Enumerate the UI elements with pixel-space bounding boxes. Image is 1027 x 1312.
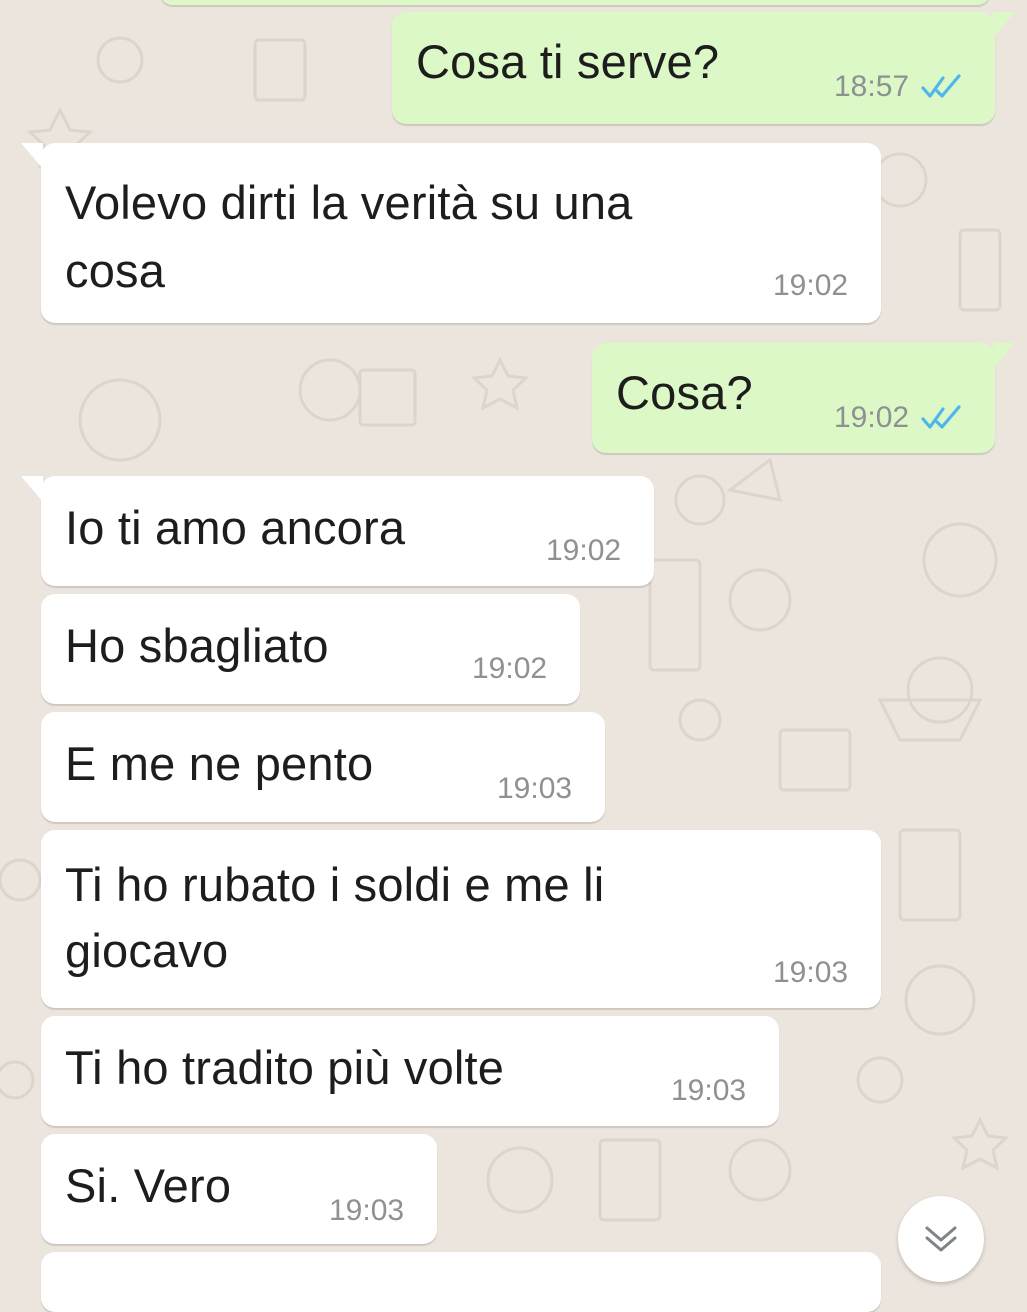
message-bubble-incoming[interactable]: E me ne pento 19:03 — [41, 712, 605, 822]
previous-message-bubble[interactable] — [160, 0, 990, 5]
message-text: E me ne pento — [65, 737, 374, 790]
message-text: Ti ho tradito più volte — [65, 1041, 505, 1094]
scroll-to-bottom-button[interactable] — [898, 1196, 984, 1282]
message-text: Si. Vero — [65, 1159, 232, 1212]
bubble-tail — [21, 143, 43, 169]
message-time: 18:57 — [834, 70, 963, 104]
message-text: Ti ho rubato i soldi e me li giocavo — [65, 858, 605, 977]
message-text: Io ti amo ancora — [65, 501, 406, 554]
message-time: 19:03 — [329, 1194, 404, 1228]
message-timestamp: 19:02 — [472, 652, 548, 685]
message-bubble-incoming[interactable]: Ti ho tradito più volte 19:03 — [41, 1016, 779, 1126]
message-bubble-incoming[interactable]: Ho sbagliato 19:02 — [41, 594, 580, 704]
message-bubble-incoming[interactable]: Io ti amo ancora 19:02 — [21, 476, 654, 586]
message-bubble-outgoing[interactable]: Cosa ti serve? 18:57 — [392, 12, 1015, 124]
message-timestamp: 19:03 — [329, 1194, 405, 1227]
bubble-tail — [993, 12, 1015, 38]
double-check-icon — [921, 74, 961, 98]
message-bubble-incoming[interactable]: Ti ho rubato i soldi e me li giocavo 19:… — [41, 830, 881, 1008]
chevron-double-down-icon — [925, 1226, 957, 1252]
message-timestamp: 19:02 — [834, 401, 910, 434]
message-bubble-incoming[interactable]: Volevo dirti la verità su una cosa 19:02 — [21, 143, 881, 323]
double-check-icon — [921, 405, 961, 429]
message-time: 19:02 — [834, 401, 963, 435]
message-time: 19:03 — [773, 956, 848, 990]
message-time: 19:02 — [773, 269, 848, 303]
message-bubble-outgoing[interactable]: Cosa? 19:02 — [592, 343, 1015, 453]
bubble-tail — [993, 343, 1015, 369]
message-timestamp: 19:03 — [671, 1074, 747, 1107]
next-message-bubble[interactable] — [41, 1252, 881, 1312]
message-time: 19:02 — [546, 534, 621, 568]
message-timestamp: 19:03 — [497, 772, 573, 805]
message-time: 19:03 — [671, 1074, 746, 1108]
message-timestamp: 19:02 — [546, 534, 622, 567]
message-bubble-incoming[interactable]: Si. Vero 19:03 — [41, 1134, 437, 1244]
message-text: Cosa? — [616, 366, 753, 419]
message-time: 19:02 — [472, 652, 547, 686]
message-timestamp: 19:03 — [773, 956, 849, 989]
message-timestamp: 19:02 — [773, 269, 849, 302]
message-text: Volevo dirti la verità su una cosa — [65, 176, 633, 297]
message-time: 19:03 — [497, 772, 572, 806]
message-text: Cosa ti serve? — [416, 35, 720, 88]
message-timestamp: 18:57 — [834, 70, 910, 103]
message-text: Ho sbagliato — [65, 619, 329, 672]
bubble-tail — [21, 476, 43, 502]
